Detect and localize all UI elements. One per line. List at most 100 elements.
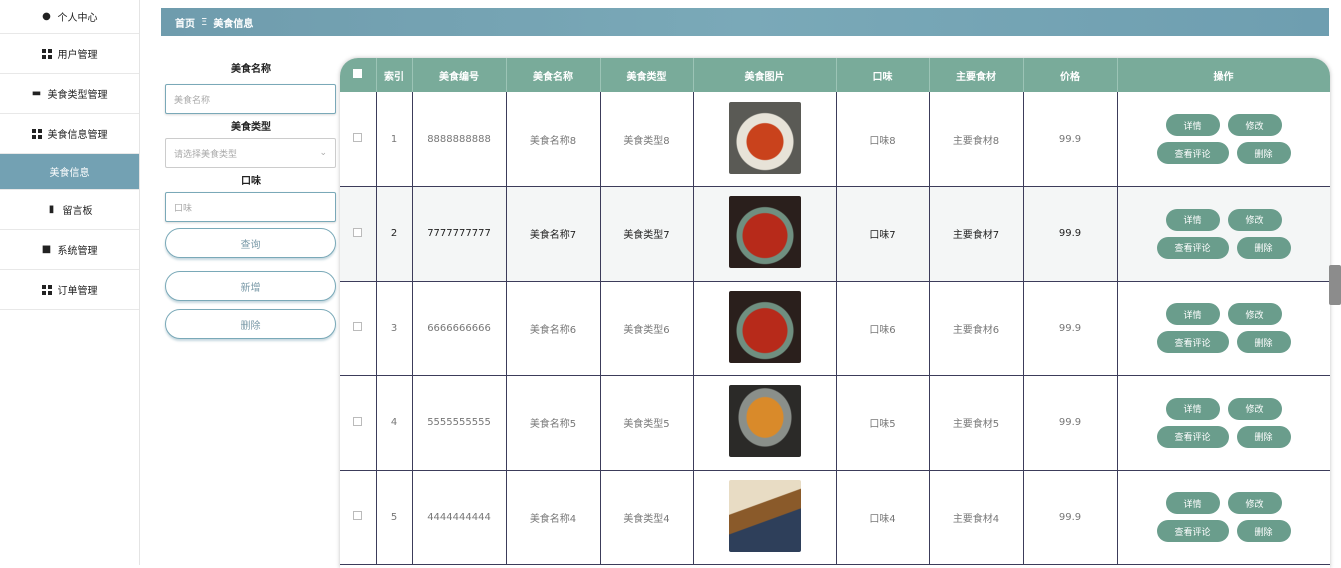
detail-button[interactable]: 详情 — [1165, 397, 1220, 420]
header-code: 美食编号 — [412, 58, 507, 92]
sidebar: ● 个人中心 用户管理 ▬ 美食类型管理 美食信息管理 美食信息 ▮ 留言板 ■… — [0, 0, 140, 565]
table-header-row: 索引 美食编号 美食名称 美食类型 美食图片 口味 主要食材 价格 操作 — [340, 58, 1330, 92]
sidebar-item-label: 美食信息 — [49, 168, 90, 179]
edit-button[interactable]: 修改 — [1227, 208, 1282, 231]
cell-name: 美食名称6 — [506, 281, 601, 376]
view-comments-button[interactable]: 查看评论 — [1156, 331, 1229, 354]
add-button[interactable]: 新增 — [165, 271, 336, 301]
cell-image — [693, 281, 837, 376]
edit-button[interactable]: 修改 — [1227, 492, 1282, 515]
cell-index: 3 — [376, 281, 413, 376]
row-checkbox[interactable] — [340, 281, 377, 376]
row-checkbox[interactable] — [340, 470, 377, 565]
cell-name: 美食名称8 — [506, 92, 601, 187]
food-name-input[interactable]: 美食名称 — [165, 84, 336, 114]
delete-button[interactable]: 删除 — [165, 309, 336, 339]
sidebar-item-personal-center[interactable]: ● 个人中心 — [0, 0, 139, 34]
food-image — [728, 290, 801, 363]
cell-code: 6666666666 — [412, 281, 507, 376]
table-row: 5 4444444444 美食名称4 美食类型4 口味4 主要食材4 99.9 … — [340, 470, 1330, 565]
main-content: 首页 Ξ 美食信息 美食名称 美食名称 美食类型 请选择美食类型 ⌄ 口味 口味… — [141, 0, 1341, 568]
breadcrumb-home[interactable]: 首页 — [175, 15, 195, 30]
cell-type: 美食类型5 — [600, 375, 694, 471]
cell-name: 美食名称4 — [506, 470, 601, 565]
header-image: 美食图片 — [693, 58, 837, 92]
row-checkbox[interactable] — [340, 375, 377, 471]
cell-type: 美食类型8 — [600, 92, 694, 187]
cell-type: 美食类型6 — [600, 281, 694, 376]
chevron-down-icon: ⌄ — [319, 148, 327, 158]
header-index: 索引 — [376, 58, 413, 92]
cell-actions: 详情 修改 查看评论 删除 — [1117, 186, 1330, 282]
sidebar-item-food-info[interactable]: 美食信息 — [0, 154, 139, 190]
row-delete-button[interactable]: 删除 — [1236, 520, 1291, 543]
sidebar-item-system-management[interactable]: ■ 系统管理 — [0, 230, 139, 270]
select-all-checkbox[interactable] — [340, 58, 377, 92]
detail-button[interactable]: 详情 — [1165, 303, 1220, 326]
table-row: 4 5555555555 美食名称5 美食类型5 口味5 主要食材5 99.9 … — [340, 375, 1330, 471]
page-scrollbar[interactable] — [1329, 265, 1341, 305]
sidebar-item-label: 用户管理 — [57, 50, 98, 61]
cell-price: 99.9 — [1023, 92, 1118, 187]
view-comments-button[interactable]: 查看评论 — [1156, 425, 1229, 448]
clipboard-icon: ■ — [41, 243, 52, 255]
cell-index: 1 — [376, 92, 413, 187]
cell-ingredient: 主要食材6 — [929, 281, 1024, 376]
user-icon: ● — [42, 10, 51, 22]
cell-image — [693, 375, 837, 471]
breadcrumb: 首页 Ξ 美食信息 — [161, 8, 1329, 36]
row-delete-button[interactable]: 删除 — [1236, 425, 1291, 448]
row-delete-button[interactable]: 删除 — [1236, 142, 1291, 164]
grid-icon — [31, 128, 42, 139]
cell-type: 美食类型4 — [600, 470, 694, 565]
cell-code: 8888888888 — [412, 92, 507, 187]
cell-type: 美食类型7 — [600, 186, 694, 282]
edit-button[interactable]: 修改 — [1227, 397, 1282, 420]
detail-button[interactable]: 详情 — [1165, 208, 1220, 231]
row-delete-button[interactable]: 删除 — [1236, 331, 1291, 354]
header-taste: 口味 — [836, 58, 930, 92]
cell-actions: 详情 修改 查看评论 删除 — [1117, 92, 1330, 187]
food-name-label: 美食名称 — [231, 64, 271, 75]
row-checkbox[interactable] — [340, 186, 377, 282]
cell-actions: 详情 修改 查看评论 删除 — [1117, 281, 1330, 376]
detail-button[interactable]: 详情 — [1165, 114, 1220, 136]
edit-button[interactable]: 修改 — [1227, 303, 1282, 326]
chart-icon: ▮ — [48, 203, 55, 215]
food-image — [728, 196, 801, 269]
food-type-select[interactable]: 请选择美食类型 ⌄ — [165, 138, 336, 168]
sidebar-item-label: 美食信息管理 — [47, 130, 108, 141]
sidebar-item-message-board[interactable]: ▮ 留言板 — [0, 190, 139, 230]
header-name: 美食名称 — [506, 58, 601, 92]
query-button[interactable]: 查询 — [165, 228, 336, 258]
sidebar-item-label: 个人中心 — [57, 13, 98, 24]
cell-image — [693, 92, 837, 187]
view-comments-button[interactable]: 查看评论 — [1156, 142, 1229, 164]
sidebar-item-order-management[interactable]: 订单管理 — [0, 270, 139, 310]
sidebar-item-food-type-management[interactable]: ▬ 美食类型管理 — [0, 74, 139, 114]
cell-name: 美食名称7 — [506, 186, 601, 282]
table-row: 2 7777777777 美食名称7 美食类型7 口味7 主要食材7 99.9 … — [340, 186, 1330, 282]
cell-taste: 口味6 — [836, 281, 930, 376]
cell-taste: 口味4 — [836, 470, 930, 565]
sidebar-item-user-management[interactable]: 用户管理 — [0, 34, 139, 74]
cell-actions: 详情 修改 查看评论 删除 — [1117, 470, 1330, 565]
cell-name: 美食名称5 — [506, 375, 601, 471]
cell-image — [693, 470, 837, 565]
cell-code: 5555555555 — [412, 375, 507, 471]
header-price: 价格 — [1023, 58, 1118, 92]
detail-button[interactable]: 详情 — [1165, 492, 1220, 515]
taste-input[interactable]: 口味 — [165, 192, 336, 222]
edit-button[interactable]: 修改 — [1227, 114, 1282, 136]
breadcrumb-current: 美食信息 — [213, 18, 254, 30]
food-image — [728, 385, 801, 458]
cell-code: 7777777777 — [412, 186, 507, 282]
header-ingredient: 主要食材 — [929, 58, 1024, 92]
row-checkbox[interactable] — [340, 92, 377, 187]
sidebar-item-food-info-management[interactable]: 美食信息管理 — [0, 114, 139, 154]
view-comments-button[interactable]: 查看评论 — [1156, 236, 1229, 259]
row-delete-button[interactable]: 删除 — [1236, 236, 1291, 259]
view-comments-button[interactable]: 查看评论 — [1156, 520, 1229, 543]
grid-icon — [41, 48, 52, 59]
sidebar-item-label: 订单管理 — [57, 286, 98, 297]
